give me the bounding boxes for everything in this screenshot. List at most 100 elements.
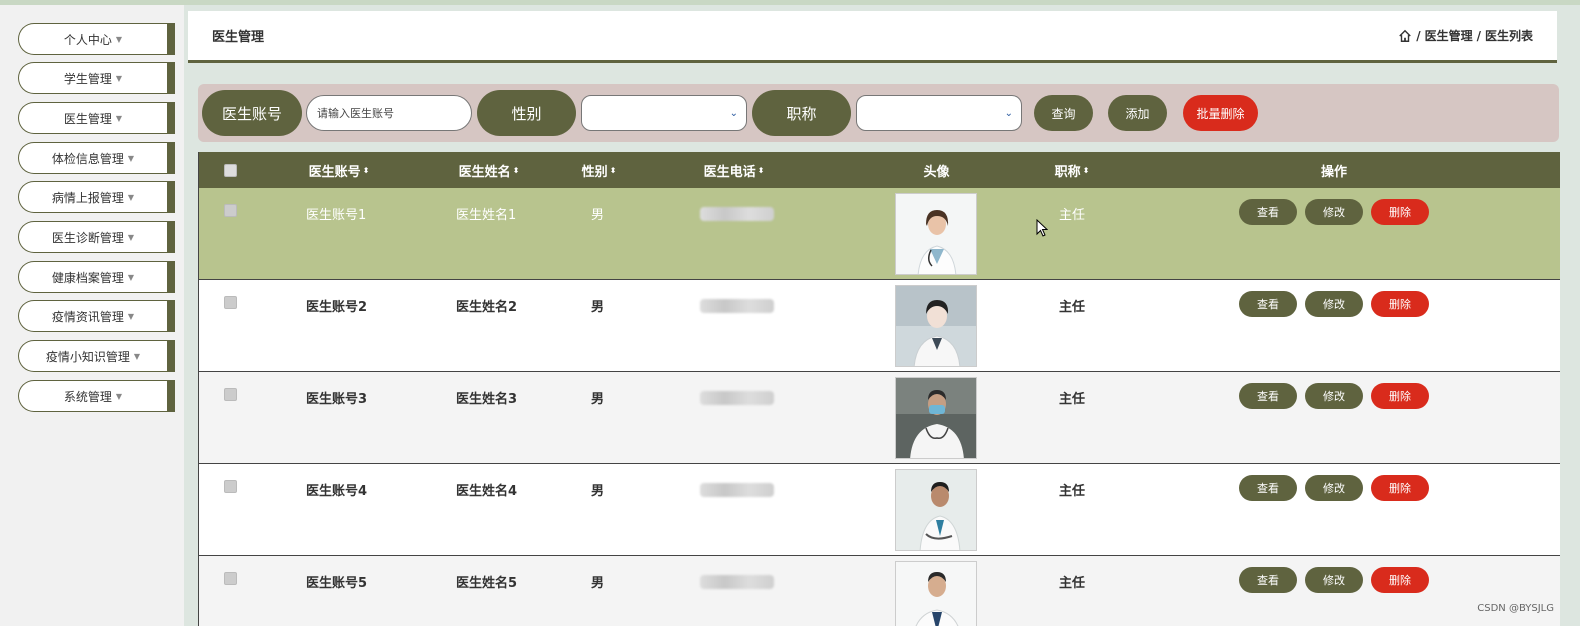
header-name[interactable]: 医生姓名 ⬍: [449, 152, 529, 188]
sort-icon: ⬍: [1082, 165, 1090, 175]
row-checkbox[interactable]: [224, 296, 237, 309]
header-title[interactable]: 职称 ⬍: [1047, 152, 1097, 188]
home-icon[interactable]: [1398, 29, 1412, 43]
caret-down-icon: ▼: [115, 113, 123, 123]
sidebar-item-label: 体检信息管理: [51, 151, 124, 166]
table-row[interactable]: 医生账号2 医生姓名2 男 主任 查看 修改 删除: [199, 280, 1560, 372]
header-avatar: 头像: [909, 152, 964, 188]
cell-title: 主任: [1059, 576, 1086, 591]
table-row[interactable]: 医生账号4 医生姓名4 男 主任 查看 修改 删除: [199, 464, 1560, 556]
table-header: 医生账号 ⬍ 医生姓名 ⬍ 性别 ⬍ 医生电话 ⬍ 头像 职称 ⬍ 操作: [199, 152, 1560, 188]
search-bar: 医生账号 性别 ⌄ 职称 ⌄ 查询 添加 批量删除: [198, 84, 1559, 142]
sidebar-item-epidemic-news-management[interactable]: 疫情资讯管理 ▼: [18, 300, 175, 332]
cell-title: 主任: [1059, 484, 1086, 499]
caret-down-icon: ▼: [115, 73, 123, 83]
table-row[interactable]: 医生账号1 医生姓名1 男 主任 查看 修改 删除: [199, 188, 1560, 280]
sidebar-item-illness-report-management[interactable]: 病情上报管理 ▼: [18, 181, 175, 213]
query-button[interactable]: 查询: [1034, 95, 1093, 131]
edit-button[interactable]: 修改: [1305, 475, 1363, 501]
sidebar-item-label: 系统管理: [63, 389, 112, 404]
select-all-checkbox[interactable]: [224, 164, 237, 177]
page-header: 医生管理 / 医生管理 / 医生列表: [188, 11, 1557, 63]
cell-phone-blurred: [700, 575, 774, 589]
cell-title: 主任: [1059, 392, 1086, 407]
table-row[interactable]: 医生账号3 医生姓名3 男 主任 查看 修改 删除: [199, 372, 1560, 464]
cell-account: 医生账号2: [306, 300, 368, 315]
caret-down-icon: ▼: [115, 34, 123, 44]
view-button[interactable]: 查看: [1239, 383, 1297, 409]
cell-name: 医生姓名5: [456, 576, 518, 591]
gender-select[interactable]: ⌄: [581, 95, 747, 131]
view-button[interactable]: 查看: [1239, 199, 1297, 225]
cell-title: 主任: [1059, 208, 1086, 223]
row-checkbox[interactable]: [224, 572, 237, 585]
row-checkbox[interactable]: [224, 480, 237, 493]
batch-delete-button[interactable]: 批量删除: [1183, 95, 1258, 131]
view-button[interactable]: 查看: [1239, 475, 1297, 501]
header-label: 医生姓名: [458, 164, 511, 180]
caret-down-icon: ▼: [127, 192, 135, 202]
sidebar-item-health-record-management[interactable]: 健康档案管理 ▼: [18, 261, 175, 293]
sidebar-item-label: 学生管理: [63, 71, 112, 86]
edit-button[interactable]: 修改: [1305, 383, 1363, 409]
header-label: 医生账号: [308, 164, 361, 180]
delete-button[interactable]: 删除: [1371, 567, 1429, 593]
breadcrumb-item-doctor-management[interactable]: 医生管理: [1425, 27, 1473, 44]
cell-phone-blurred: [700, 299, 774, 313]
cell-gender: 男: [591, 208, 605, 223]
breadcrumb: / 医生管理 / 医生列表: [1398, 27, 1533, 44]
sidebar-item-personal-center[interactable]: 个人中心 ▼: [18, 23, 175, 55]
chevron-down-icon: ⌄: [729, 107, 738, 119]
delete-button[interactable]: 删除: [1371, 291, 1429, 317]
delete-button[interactable]: 删除: [1371, 475, 1429, 501]
view-button[interactable]: 查看: [1239, 291, 1297, 317]
sidebar-item-doctor-management[interactable]: 医生管理 ▼: [18, 102, 175, 134]
sidebar-item-checkup-management[interactable]: 体检信息管理 ▼: [18, 142, 175, 174]
sidebar-item-label: 医生管理: [63, 111, 112, 126]
chevron-down-icon: ⌄: [1004, 107, 1013, 119]
sort-icon: ⬍: [609, 165, 617, 175]
title-select[interactable]: ⌄: [856, 95, 1022, 131]
delete-button[interactable]: 删除: [1371, 383, 1429, 409]
edit-button[interactable]: 修改: [1305, 291, 1363, 317]
add-button[interactable]: 添加: [1108, 95, 1167, 131]
header-actions: 操作: [1309, 152, 1359, 188]
row-checkbox[interactable]: [224, 388, 237, 401]
breadcrumb-separator: /: [1476, 28, 1481, 43]
sidebar-item-label: 健康档案管理: [51, 270, 124, 285]
cell-account: 医生账号4: [306, 484, 368, 499]
sidebar-item-label: 疫情小知识管理: [45, 349, 130, 364]
sidebar-item-student-management[interactable]: 学生管理 ▼: [18, 62, 175, 94]
cell-name: 医生姓名2: [456, 300, 518, 315]
doctor-avatar-image: [895, 285, 977, 367]
cell-account: 医生账号5: [306, 576, 368, 591]
account-search-input[interactable]: [306, 95, 472, 131]
edit-button[interactable]: 修改: [1305, 199, 1363, 225]
sidebar: 个人中心 ▼ 学生管理 ▼ 医生管理 ▼ 体检信息管理 ▼ 病情上报管理 ▼ 医生诊断管理…: [0, 5, 186, 626]
cell-account: 医生账号3: [306, 392, 368, 407]
header-label: 头像: [923, 164, 950, 180]
sidebar-item-diagnosis-management[interactable]: 医生诊断管理 ▼: [18, 221, 175, 253]
cell-gender: 男: [591, 392, 605, 407]
sidebar-item-label: 个人中心: [63, 32, 112, 47]
sidebar-item-label: 疫情资讯管理: [51, 309, 124, 324]
breadcrumb-separator: /: [1416, 28, 1421, 43]
header-account[interactable]: 医生账号 ⬍: [299, 152, 379, 188]
edit-button[interactable]: 修改: [1305, 567, 1363, 593]
sidebar-item-system-management[interactable]: 系统管理 ▼: [18, 380, 175, 412]
cell-phone-blurred: [700, 207, 774, 221]
sidebar-item-epidemic-tips-management[interactable]: 疫情小知识管理 ▼: [18, 340, 175, 372]
cell-title: 主任: [1059, 300, 1086, 315]
row-checkbox[interactable]: [224, 204, 237, 217]
header-gender[interactable]: 性别 ⬍: [574, 152, 624, 188]
cell-phone-blurred: [700, 391, 774, 405]
caret-down-icon: ▼: [133, 351, 141, 361]
sidebar-item-label: 病情上报管理: [51, 190, 124, 205]
breadcrumb-item-doctor-list: 医生列表: [1484, 29, 1533, 43]
header-phone[interactable]: 医生电话 ⬍: [694, 152, 774, 188]
caret-down-icon: ▼: [127, 232, 135, 242]
table-row[interactable]: 医生账号5 医生姓名5 男 主任 查看 修改 删除: [199, 556, 1560, 626]
delete-button[interactable]: 删除: [1371, 199, 1429, 225]
view-button[interactable]: 查看: [1239, 567, 1297, 593]
doctor-avatar-image: [895, 193, 977, 275]
